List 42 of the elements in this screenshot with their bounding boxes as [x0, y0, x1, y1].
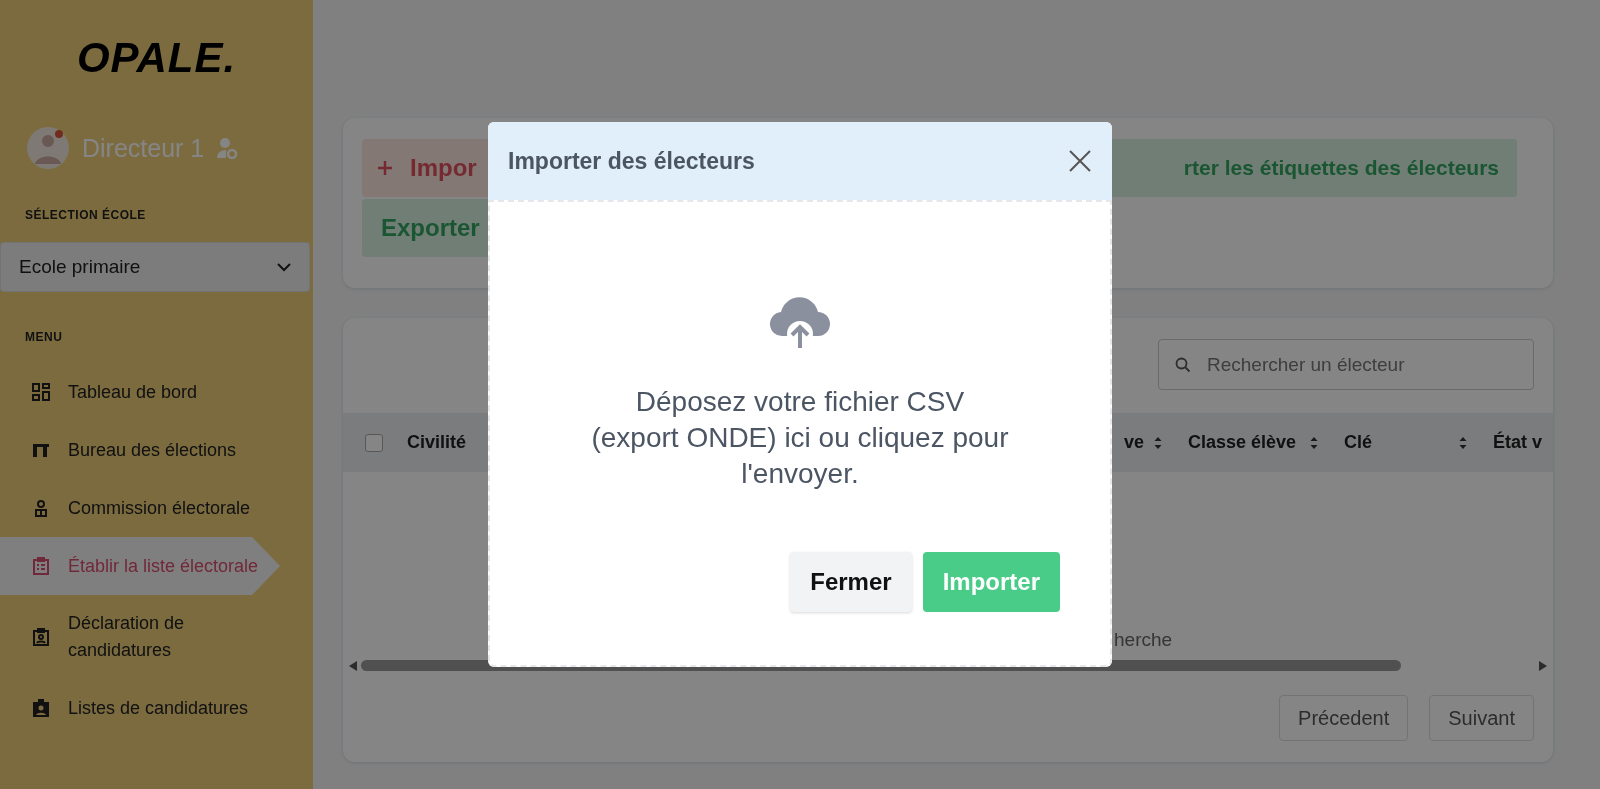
pagination-button[interactable]: Précedent [1279, 695, 1409, 741]
search-icon [1175, 357, 1191, 373]
checkbox[interactable] [365, 433, 383, 452]
empty-message: herche [1114, 629, 1173, 651]
column-header: ve [1124, 432, 1145, 453]
menu-item[interactable]: Tableau de bord [0, 363, 280, 421]
booth-icon [32, 441, 50, 459]
dialog-title: Importer des électeurs [508, 147, 755, 175]
clipboard-person-icon [32, 628, 50, 646]
dialog-button[interactable]: Importer [922, 552, 1060, 612]
school-select[interactable]: Ecole primaire [0, 242, 310, 292]
sort-icon[interactable] [1310, 435, 1318, 450]
clipboard-icon [32, 557, 50, 575]
badge-person-icon [32, 699, 50, 717]
menu-item[interactable]: Bureau des élections [0, 421, 280, 479]
menu-item[interactable]: Déclaration de candidatures [0, 595, 280, 679]
menu-item[interactable]: Établir la liste électorale [0, 537, 280, 595]
scroll-left-icon[interactable] [349, 660, 357, 671]
avatar-icon [26, 126, 70, 170]
sort-icon[interactable] [1154, 435, 1162, 450]
sort-icon[interactable] [1459, 435, 1467, 450]
column-header: Clé [1344, 432, 1372, 453]
dialog-button[interactable]: Fermer [790, 552, 912, 612]
drop-zone[interactable]: Déposez votre fichier CSV (export ONDE) ici ou cliquez pour l'envoyer. Fermer Importer [488, 200, 1112, 667]
drop-instructions: Déposez votre fichier CSV (export ONDE) ici ou cliquez pour l'envoyer. [590, 385, 1010, 491]
logo: OPALE. [75, 33, 238, 80]
pagination-button[interactable]: Suivant [1429, 695, 1534, 741]
scroll-right-icon[interactable] [1539, 660, 1547, 671]
column-header: Civilité [407, 432, 467, 453]
section-label: SÉLECTION ÉCOLE [24, 208, 147, 222]
menu-item[interactable]: Listes de candidatures [0, 679, 280, 737]
search-field[interactable]: Rechercher un électeur [1158, 339, 1534, 390]
section-label: MENU [24, 330, 64, 344]
grid-icon [32, 383, 50, 401]
user-name: Directeur 1 [82, 133, 205, 163]
column-header: Classe élève [1188, 432, 1297, 453]
menu-item[interactable]: Commission électorale [0, 479, 280, 537]
person-icon [32, 499, 50, 517]
plus-icon [378, 161, 392, 175]
column-header: État v [1493, 432, 1543, 453]
chevron-down-icon [277, 262, 291, 272]
close-icon[interactable] [1068, 149, 1092, 173]
